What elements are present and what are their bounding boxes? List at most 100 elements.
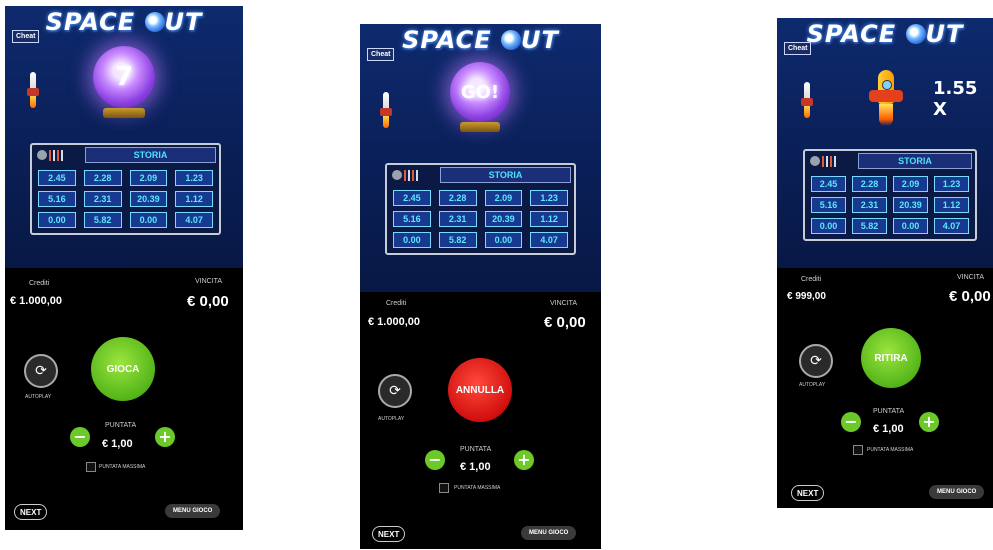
cheat-button[interactable]: Cheat [12,30,40,43]
cheat-button[interactable]: Cheat [784,42,812,55]
vincita-label: VINCITA [195,278,223,285]
history-value: 2.45 [811,176,846,192]
history-panel: STORIA 2.45 2.28 2.09 1.23 5.16 2.31 20.… [803,149,977,241]
game-panel-2: SPACE UT Cheat GO! STORIA 2.45 2.28 2.09… [360,24,601,549]
history-value: 2.31 [852,197,887,213]
max-bet-checkbox[interactable] [853,445,863,455]
increase-bet-button[interactable]: + [514,450,534,470]
crediti-label: Crediti [801,276,822,283]
history-value: 5.82 [438,232,477,248]
vincita-label: VINCITA [550,300,578,307]
history-grid: 2.45 2.28 2.09 1.23 5.16 2.31 20.39 1.12… [805,171,975,239]
game-logo: SPACE UT [45,8,203,36]
history-value: 1.12 [530,211,568,227]
decrease-bet-button[interactable]: − [70,427,90,447]
history-value: 0.00 [129,212,168,228]
puntata-label: PUNTATA [460,446,492,453]
history-value: 1.12 [175,191,213,207]
flying-rocket-icon [869,70,903,126]
max-bet-checkbox[interactable] [86,462,96,472]
history-value: 20.39 [484,211,523,227]
increase-bet-button[interactable]: + [155,427,175,447]
autoplay-icon: ⟳ [35,363,47,379]
countdown-orb: GO! [450,62,510,122]
menu-gioco-button[interactable]: MENU GIOCO [521,526,577,540]
history-value: 2.45 [38,170,76,186]
history-value: 20.39 [129,191,168,207]
history-icons [387,169,440,181]
history-value: 2.31 [438,211,477,227]
countdown-value: GO! [460,81,500,103]
crediti-value: € 1.000,00 [368,316,420,328]
puntata-value: € 1,00 [102,438,133,450]
ritira-button[interactable]: RITIRA [861,328,921,388]
history-panel: STORIA 2.45 2.28 2.09 1.23 5.16 2.31 20.… [30,143,221,235]
autoplay-button[interactable]: ⟳ [24,354,58,388]
game-panel-3: SPACE UT Cheat 1.55 X STORIA 2.45 2.28 2… [777,18,993,508]
history-grid: 2.45 2.28 2.09 1.23 5.16 2.31 20.39 1.12… [387,185,574,253]
puntata-value: € 1,00 [873,423,904,435]
decrease-bet-button[interactable]: − [841,412,861,432]
history-value: 1.23 [934,176,969,192]
logo-planet-icon [144,12,165,32]
increase-bet-button[interactable]: + [919,412,939,432]
crediti-value: € 999,00 [787,291,826,302]
multiplier-value: 1.55 X [933,78,978,120]
history-grid: 2.45 2.28 2.09 1.23 5.16 2.31 20.39 1.12… [32,165,219,233]
history-value: 5.16 [811,197,846,213]
orb-stand [460,122,500,132]
autoplay-label: AUTOPLAY [378,416,405,422]
history-title: STORIA [858,153,972,169]
history-value: 2.28 [83,170,122,186]
history-value: 5.16 [393,211,431,227]
logo-planet-icon [501,30,521,50]
orb-stand [103,108,145,118]
game-area: SPACE UT Cheat GO! STORIA 2.45 2.28 2.09… [360,24,601,292]
history-icons [805,155,858,167]
history-value: 5.82 [83,212,122,228]
countdown-value: 7 [114,62,134,92]
autoplay-label: AUTOPLAY [799,382,826,388]
rocket-icon [27,72,39,108]
history-value: 0.00 [38,212,76,228]
next-logo: NEXT [372,526,406,542]
autoplay-button[interactable]: ⟳ [378,374,412,408]
autoplay-label: AUTOPLAY [25,394,52,400]
crediti-label: Crediti [29,280,50,287]
menu-gioco-button[interactable]: MENU GIOCO [929,485,985,499]
max-bet-label: PUNTATA MASSIMA [867,447,914,453]
history-panel: STORIA 2.45 2.28 2.09 1.23 5.16 2.31 20.… [385,163,576,255]
decrease-bet-button[interactable]: − [425,450,445,470]
history-value: 1.12 [934,197,969,213]
history-title: STORIA [440,167,571,183]
cheat-button[interactable]: Cheat [367,48,395,61]
autoplay-button[interactable]: ⟳ [799,344,833,378]
coin-icon [392,170,402,180]
gioca-button[interactable]: GIOCA [91,337,155,401]
annulla-button[interactable]: ANNULLA [448,358,512,422]
autoplay-icon: ⟳ [389,383,401,399]
history-value: 0.00 [893,218,928,234]
game-logo: SPACE UT [402,26,559,54]
history-value: 2.28 [438,190,477,206]
history-value: 4.07 [934,218,969,234]
next-logo: NEXT [791,485,825,501]
menu-gioco-button[interactable]: MENU GIOCO [165,504,221,518]
history-title: STORIA [85,147,216,163]
history-value: 1.23 [530,190,568,206]
next-logo: NEXT [14,504,48,520]
history-value: 1.23 [175,170,213,186]
vincita-value: € 0,00 [949,288,991,305]
max-bet-label: PUNTATA MASSIMA [99,464,146,470]
history-value: 2.09 [893,176,928,192]
history-value: 2.09 [484,190,523,206]
max-bet-checkbox[interactable] [439,483,449,493]
game-panel-1: SPACE UT Cheat 7 STORIA 2.45 2.28 2.09 1… [5,6,243,530]
history-value: 2.31 [83,191,122,207]
vincita-value: € 0,00 [544,314,586,331]
game-area: SPACE UT Cheat 1.55 X STORIA 2.45 2.28 2… [777,18,993,268]
rocket-icon [801,82,813,118]
game-area: SPACE UT Cheat 7 STORIA 2.45 2.28 2.09 1… [5,6,243,268]
max-bet-label: PUNTATA MASSIMA [454,485,501,491]
puntata-label: PUNTATA [105,422,137,429]
